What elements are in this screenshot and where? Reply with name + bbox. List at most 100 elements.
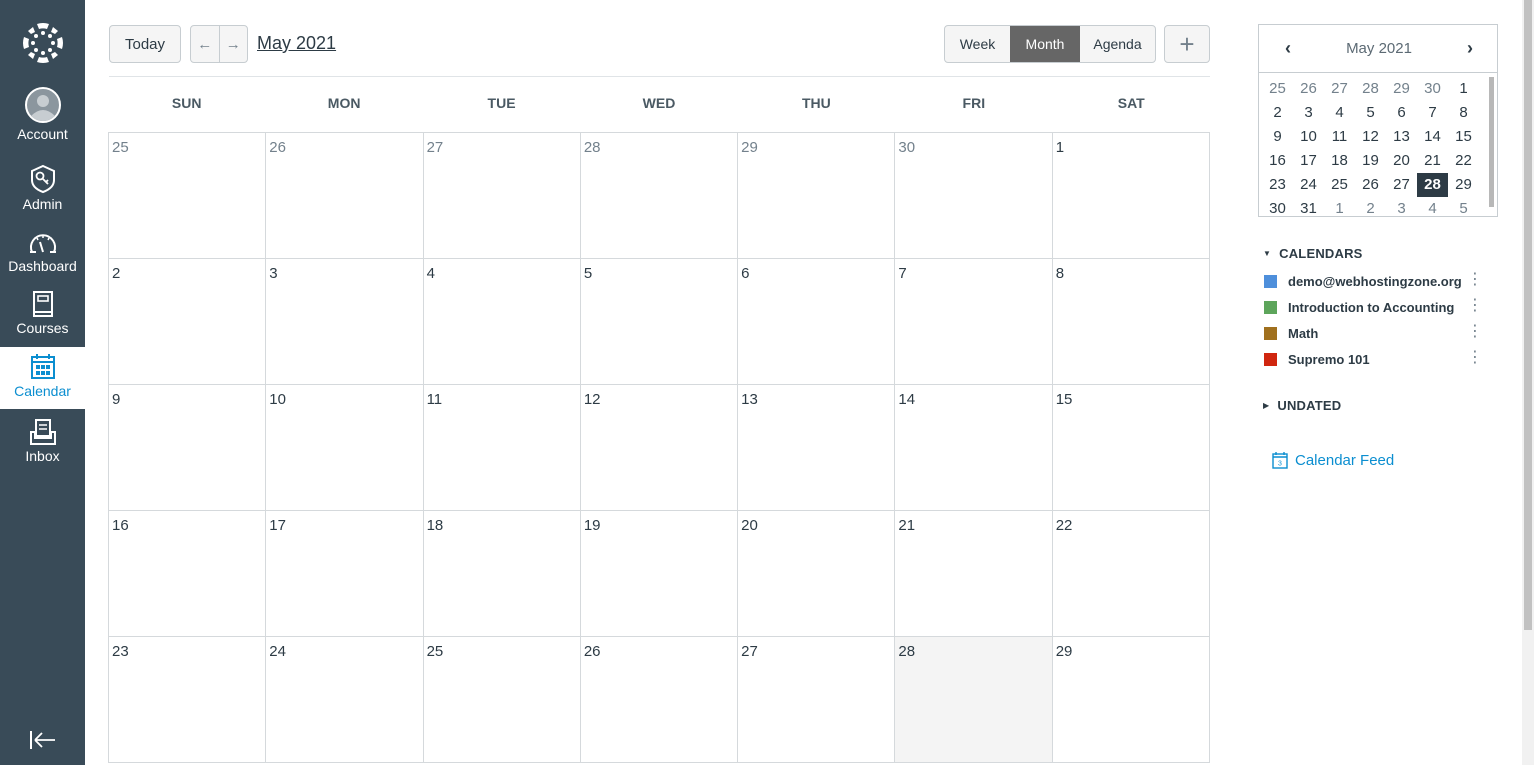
day-number[interactable]: 25	[427, 643, 444, 660]
calendar-color-toggle[interactable]	[1264, 326, 1277, 340]
mini-day[interactable]: 15	[1448, 125, 1479, 149]
day-cell[interactable]: 20	[738, 511, 896, 637]
mini-day[interactable]: 17	[1293, 149, 1324, 173]
day-number[interactable]: 29	[1056, 643, 1073, 660]
mini-day[interactable]: 1	[1448, 77, 1479, 101]
day-cell[interactable]: 30	[895, 133, 1053, 259]
page-scrollbar-thumb[interactable]	[1524, 0, 1532, 630]
day-number[interactable]: 24	[269, 643, 286, 660]
mini-day-selected[interactable]: 28	[1417, 173, 1448, 197]
nav-item-admin[interactable]: Admin	[0, 160, 85, 222]
day-cell[interactable]: 6	[738, 259, 896, 385]
day-number[interactable]: 1	[1056, 139, 1064, 156]
day-number[interactable]: 14	[898, 391, 915, 408]
day-cell[interactable]: 4	[423, 259, 581, 385]
day-number[interactable]: 11	[427, 391, 443, 408]
day-cell[interactable]: 11	[423, 385, 581, 511]
view-week-button[interactable]: Week	[945, 26, 1010, 62]
day-cell[interactable]: 3	[266, 259, 424, 385]
day-cell[interactable]: 27	[738, 637, 896, 763]
nav-item-inbox[interactable]: Inbox	[0, 412, 85, 474]
mini-day[interactable]: 2	[1262, 101, 1293, 125]
calendars-section-toggle[interactable]: ▼ CALENDARS	[1263, 246, 1363, 261]
day-cell[interactable]: 26	[580, 637, 739, 763]
day-cell[interactable]: 13	[738, 385, 896, 511]
mini-day[interactable]: 4	[1417, 197, 1448, 216]
mini-day[interactable]: 3	[1293, 101, 1324, 125]
mini-day[interactable]: 2	[1355, 197, 1386, 216]
mini-day[interactable]: 29	[1448, 173, 1479, 197]
view-month-button[interactable]: Month	[1010, 26, 1080, 62]
day-number[interactable]: 7	[898, 265, 906, 282]
day-number[interactable]: 8	[1056, 265, 1064, 282]
day-cell[interactable]: 22	[1052, 511, 1210, 637]
mini-day[interactable]: 27	[1324, 77, 1355, 101]
mini-calendar-scrollbar[interactable]	[1489, 77, 1494, 207]
collapse-nav-button[interactable]	[0, 725, 85, 755]
canvas-logo-icon[interactable]	[0, 0, 85, 86]
today-button[interactable]: Today	[109, 25, 181, 63]
mini-prev-month-button[interactable]: ‹	[1285, 38, 1291, 59]
day-number[interactable]: 23	[112, 643, 129, 660]
mini-day[interactable]: 24	[1293, 173, 1324, 197]
day-number[interactable]: 5	[584, 265, 592, 282]
calendar-name[interactable]: Introduction to Accounting	[1288, 300, 1454, 315]
mini-day[interactable]: 25	[1262, 77, 1293, 101]
view-agenda-button[interactable]: Agenda	[1080, 26, 1155, 62]
nav-item-account[interactable]: Account	[0, 87, 85, 152]
day-cell[interactable]: 17	[266, 511, 424, 637]
mini-day[interactable]: 7	[1417, 101, 1448, 125]
next-month-button[interactable]: →	[220, 26, 248, 62]
mini-day[interactable]: 26	[1293, 77, 1324, 101]
mini-day[interactable]: 13	[1386, 125, 1417, 149]
day-number[interactable]: 10	[269, 391, 286, 408]
mini-day[interactable]: 21	[1417, 149, 1448, 173]
day-cell[interactable]: 29	[1052, 637, 1210, 763]
day-cell[interactable]: 21	[895, 511, 1053, 637]
day-cell[interactable]: 28	[580, 133, 739, 259]
calendar-title[interactable]: May 2021	[257, 33, 336, 54]
mini-day[interactable]: 29	[1386, 77, 1417, 101]
mini-day[interactable]: 22	[1448, 149, 1479, 173]
day-cell[interactable]: 23	[109, 637, 267, 763]
day-number[interactable]: 26	[584, 643, 601, 660]
day-number[interactable]: 12	[584, 391, 601, 408]
page-scrollbar[interactable]	[1522, 0, 1534, 765]
day-number[interactable]: 25	[112, 139, 129, 156]
day-cell[interactable]: 1	[1052, 133, 1210, 259]
mini-day[interactable]: 16	[1262, 149, 1293, 173]
day-number[interactable]: 19	[584, 517, 601, 534]
day-cell[interactable]: 14	[895, 385, 1053, 511]
mini-day[interactable]: 27	[1386, 173, 1417, 197]
mini-day[interactable]: 25	[1324, 173, 1355, 197]
day-number[interactable]: 4	[427, 265, 435, 282]
day-number[interactable]: 21	[898, 517, 915, 534]
mini-day[interactable]: 10	[1293, 125, 1324, 149]
kebab-menu-icon[interactable]: ⋮	[1467, 297, 1483, 315]
nav-item-courses[interactable]: Courses	[0, 284, 85, 346]
calendar-color-toggle[interactable]	[1264, 352, 1277, 366]
mini-day[interactable]: 8	[1448, 101, 1479, 125]
day-cell[interactable]: 25	[109, 133, 267, 259]
day-cell-today[interactable]: 28	[895, 637, 1053, 763]
mini-day[interactable]: 19	[1355, 149, 1386, 173]
mini-day[interactable]: 31	[1293, 197, 1324, 216]
day-number[interactable]: 17	[269, 517, 286, 534]
day-cell[interactable]: 2	[109, 259, 267, 385]
mini-day[interactable]: 9	[1262, 125, 1293, 149]
calendar-color-toggle[interactable]	[1264, 274, 1277, 288]
day-cell[interactable]: 16	[109, 511, 267, 637]
mini-day[interactable]: 23	[1262, 173, 1293, 197]
day-number[interactable]: 27	[741, 643, 758, 660]
day-number[interactable]: 29	[741, 139, 758, 156]
day-cell[interactable]: 24	[266, 637, 424, 763]
calendar-name[interactable]: demo@webhostingzone.org	[1288, 274, 1462, 289]
mini-day[interactable]: 3	[1386, 197, 1417, 216]
day-number[interactable]: 28	[584, 139, 601, 156]
undated-section-toggle[interactable]: ▶ UNDATED	[1263, 398, 1341, 413]
calendar-name[interactable]: Supremo 101	[1288, 352, 1370, 367]
day-cell[interactable]: 15	[1052, 385, 1210, 511]
mini-day[interactable]: 20	[1386, 149, 1417, 173]
kebab-menu-icon[interactable]: ⋮	[1467, 323, 1483, 341]
day-number[interactable]: 27	[427, 139, 444, 156]
